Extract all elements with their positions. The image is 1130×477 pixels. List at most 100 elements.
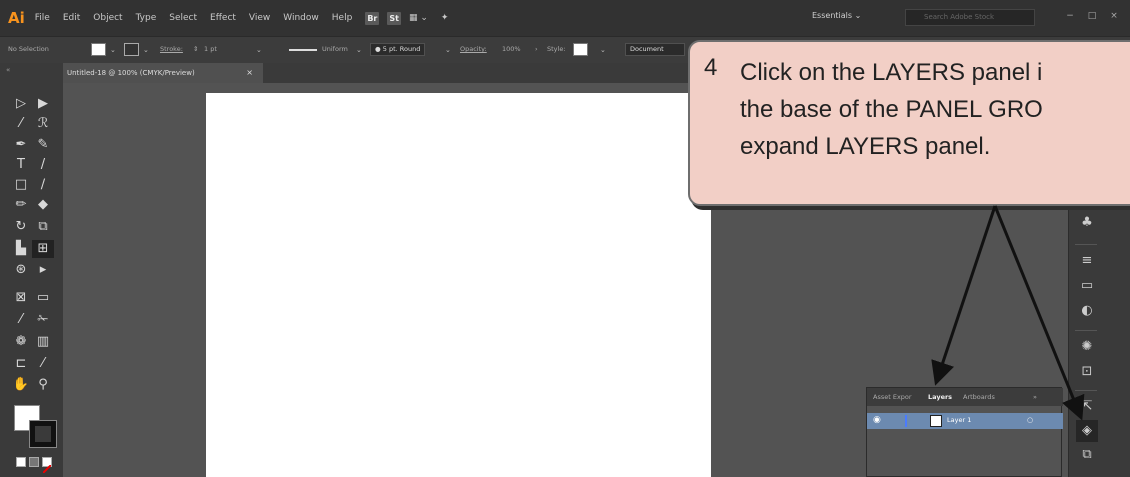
stock-search-input[interactable]: Search Adobe Stock	[905, 9, 1035, 26]
stroke-stepper-icon[interactable]: ⇕	[193, 45, 198, 53]
asset-export-panel-icon[interactable]: ⇱	[1076, 396, 1098, 418]
workspace-switcher[interactable]: Essentials ⌄	[812, 11, 861, 20]
perspective-grid-tool-icon[interactable]: ⊞	[32, 240, 54, 258]
graphic-styles-panel-icon[interactable]: ⊡	[1076, 361, 1098, 383]
magic-wand-tool-icon[interactable]: ⁄	[10, 115, 32, 133]
symbols-panel-icon[interactable]: ♣	[1076, 212, 1098, 234]
transparency-panel-icon[interactable]: ◐	[1076, 300, 1098, 322]
variable-width-preview	[289, 49, 317, 51]
artboard[interactable]	[206, 93, 711, 477]
paintbrush-tool-icon[interactable]: ∕	[32, 176, 54, 194]
layers-panel-icon[interactable]: ◈	[1076, 420, 1098, 442]
stroke-panel-icon[interactable]: ≡	[1076, 250, 1098, 272]
shape-builder-tool-icon[interactable]: ▙	[10, 240, 32, 258]
selection-status: No Selection	[8, 45, 49, 53]
gradient-panel-icon[interactable]: ▭	[1076, 275, 1098, 297]
menu-window[interactable]: Window	[283, 13, 319, 23]
live-paint-tool-icon[interactable]: ✁	[32, 311, 54, 329]
layers-panel-tabs: Asset Expor Layers Artboards »	[867, 388, 1063, 406]
gradient-mode-icon[interactable]	[29, 457, 39, 467]
menu-edit[interactable]: Edit	[63, 13, 80, 23]
menu-object[interactable]: Object	[93, 13, 122, 23]
menu-type[interactable]: Type	[136, 13, 157, 23]
none-mode-icon[interactable]	[42, 457, 52, 474]
close-tab-icon[interactable]: ×	[246, 63, 253, 83]
stock-icon[interactable]: St	[387, 11, 401, 25]
close-button[interactable]: ×	[1106, 8, 1122, 24]
stroke-label[interactable]: Stroke:	[160, 45, 183, 53]
document-setup-button[interactable]: Document	[625, 43, 685, 56]
collapse-toolbar-icon[interactable]: «	[6, 66, 10, 74]
gradient-tool-icon[interactable]: ▸	[32, 261, 54, 279]
rotate-tool-icon[interactable]: ↻	[10, 218, 32, 236]
eyedropper-tool-icon[interactable]: ⁄	[10, 311, 32, 329]
symbol-sprayer-tool-icon[interactable]: ❁	[10, 333, 32, 351]
eraser-tool-icon[interactable]: ◆	[32, 196, 54, 214]
opacity-label[interactable]: Opacity:	[460, 45, 487, 53]
curvature-tool-icon[interactable]: ✎	[32, 136, 54, 154]
fill-dropdown-chevron-icon[interactable]: ⌄	[110, 46, 116, 54]
brush-chevron-icon[interactable]: ⌄	[445, 46, 451, 54]
opacity-arrow-icon[interactable]: ›	[535, 45, 538, 53]
zoom-tool-icon[interactable]: ⚲	[32, 376, 54, 394]
layer-color-bar	[905, 415, 907, 427]
layer-row[interactable]: ◉ Layer 1 ○	[867, 413, 1063, 429]
free-transform-tool-icon[interactable]: ⧉	[32, 218, 54, 236]
menu-view[interactable]: View	[249, 13, 270, 23]
arrange-documents-icon[interactable]: ▦ ⌄	[409, 13, 428, 23]
dock-separator	[1075, 244, 1097, 245]
lasso-tool-icon[interactable]: ℛ	[32, 115, 54, 133]
artboards-panel-icon[interactable]: ⧉	[1076, 444, 1098, 466]
menu-file[interactable]: File	[35, 13, 50, 23]
menu-select[interactable]: Select	[169, 13, 197, 23]
stroke-weight-field[interactable]: 1 pt	[204, 45, 217, 53]
stroke-swatch[interactable]	[29, 420, 57, 448]
minimize-button[interactable]: −	[1062, 8, 1078, 24]
panel-more-icon[interactable]: »	[1033, 393, 1037, 401]
tab-asset-export[interactable]: Asset Expor	[873, 393, 912, 401]
color-mode-icon[interactable]	[16, 457, 26, 467]
gradient-swatch-tool-icon[interactable]: ▭	[32, 289, 54, 307]
dock-separator	[1075, 330, 1097, 331]
stroke-color-swatch[interactable]	[124, 43, 139, 56]
fill-color-swatch[interactable]	[91, 43, 106, 56]
blend-tool-icon[interactable]: ⊠	[10, 289, 32, 307]
bridge-icon[interactable]: Br	[365, 11, 380, 25]
brush-label: 5 pt. Round	[382, 45, 421, 53]
style-chevron-icon[interactable]: ⌄	[600, 46, 606, 54]
dock-separator	[1075, 390, 1097, 391]
line-tool-icon[interactable]: /	[32, 156, 54, 174]
hand-tool-icon[interactable]: ✋	[10, 376, 32, 394]
menu-effect[interactable]: Effect	[210, 13, 236, 23]
graphic-style-swatch[interactable]	[573, 43, 588, 56]
layer-name[interactable]: Layer 1	[947, 416, 971, 424]
appearance-panel-icon[interactable]: ✺	[1076, 336, 1098, 358]
column-graph-tool-icon[interactable]: ▥	[32, 333, 54, 351]
document-tab[interactable]: Untitled-18 @ 100% (CMYK/Preview) ×	[63, 63, 263, 83]
target-icon[interactable]: ○	[1027, 416, 1033, 424]
brush-definition[interactable]: ● 5 pt. Round	[370, 43, 426, 56]
type-tool-icon[interactable]: T	[10, 156, 32, 174]
step-instruction: Click on the LAYERS panel i the base of …	[740, 59, 1043, 160]
slice-tool-icon[interactable]: ⁄	[32, 355, 54, 373]
maximize-button[interactable]: □	[1084, 8, 1100, 24]
gpu-performance-icon[interactable]: ✦	[441, 13, 449, 23]
pen-tool-icon[interactable]: ✒	[10, 136, 32, 154]
tab-layers[interactable]: Layers	[928, 393, 952, 401]
rectangle-tool-icon[interactable]: □	[10, 176, 32, 194]
opacity-field[interactable]: 100%	[502, 45, 521, 53]
stroke-weight-chevron-icon[interactable]: ⌄	[256, 46, 262, 54]
menu-help[interactable]: Help	[332, 13, 353, 23]
variable-width-profile[interactable]: Uniform	[322, 45, 348, 53]
pencil-tool-icon[interactable]: ✏	[10, 196, 32, 214]
none-slash-icon	[42, 464, 52, 474]
selection-tool-icon[interactable]: ▶	[32, 95, 54, 113]
tools-panel: « ▷ ▶ ⁄ ℛ ✒ ✎ T / □ ∕ ✏ ◆ ↻ ⧉ ▙ ⊞ ⊛ ▸ ⊠ …	[0, 66, 63, 477]
tab-artboards[interactable]: Artboards	[963, 393, 995, 401]
stroke-dropdown-chevron-icon[interactable]: ⌄	[143, 46, 149, 54]
mesh-tool-icon[interactable]: ⊛	[10, 261, 32, 279]
direct-selection-tool-icon[interactable]: ▷	[10, 95, 32, 113]
artboard-tool-icon[interactable]: ⊏	[10, 355, 32, 373]
profile-chevron-icon[interactable]: ⌄	[356, 46, 362, 54]
visibility-eye-icon[interactable]: ◉	[873, 415, 881, 425]
